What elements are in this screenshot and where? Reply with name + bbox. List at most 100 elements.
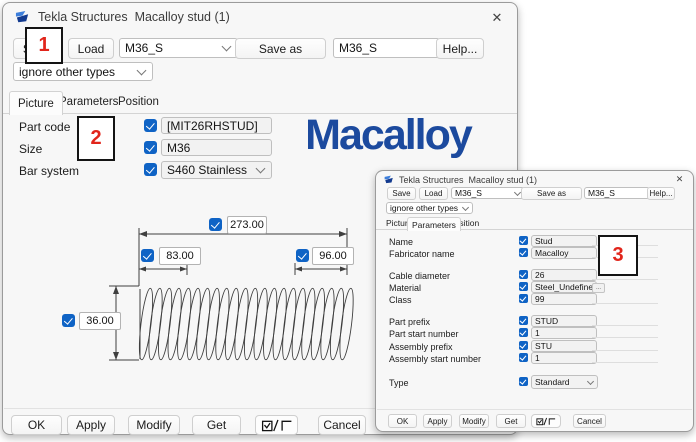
apply-button[interactable]: Apply — [67, 415, 115, 435]
bar-system-checkbox[interactable] — [144, 163, 157, 176]
toggle-checkboxes-button[interactable] — [255, 415, 298, 435]
close-icon[interactable]: ✕ — [489, 10, 505, 26]
part-code-checkbox[interactable] — [144, 119, 157, 132]
type-select-value: Standard — [535, 377, 570, 387]
part-start-input[interactable]: 1 — [531, 327, 597, 339]
get-button[interactable]: Get — [496, 414, 526, 428]
bar-system-value: S460 Stainless — [167, 163, 248, 177]
material-browse-button[interactable]: ... — [592, 283, 605, 293]
part-code-input[interactable]: [MIT26RHSTUD] — [161, 117, 272, 134]
cancel-button[interactable]: Cancel — [318, 415, 366, 435]
thread-pattern — [138, 287, 354, 361]
size-checkbox[interactable] — [144, 141, 157, 154]
profile-select[interactable]: M36_S — [451, 187, 525, 199]
profile-select[interactable]: M36_S — [119, 38, 238, 58]
dim-left-checkbox[interactable] — [141, 249, 154, 262]
bar-system-label: Bar system — [19, 164, 80, 178]
modify-button[interactable]: Modify — [459, 414, 489, 428]
dim-overall-checkbox[interactable] — [209, 218, 222, 231]
name-checkbox[interactable] — [519, 236, 528, 245]
dim-overall-input[interactable]: 273.00 — [227, 216, 267, 234]
part-prefix-checkbox[interactable] — [519, 316, 528, 325]
bar-system-select[interactable]: S460 Stainless — [161, 161, 272, 179]
assembly-start-checkbox[interactable] — [519, 353, 528, 362]
window-macalloy-stud-parameters: Tekla Structures Macalloy stud (1) ✕ Sav… — [375, 170, 694, 432]
fabricator-label: Fabricator name — [389, 249, 455, 259]
material-checkbox[interactable] — [519, 282, 528, 291]
chevron-down-icon — [255, 163, 266, 174]
class-label: Class — [389, 295, 412, 305]
dim-diameter-checkbox[interactable] — [62, 314, 75, 327]
material-input[interactable]: Steel_Undefined — [531, 281, 597, 293]
chevron-down-icon — [221, 41, 232, 52]
fabricator-input[interactable]: Macalloy — [531, 247, 597, 259]
ok-button[interactable]: OK — [11, 415, 62, 435]
dim-right-checkbox[interactable] — [296, 249, 309, 262]
tekla-logo-icon — [15, 10, 29, 22]
tab-position[interactable]: Position — [110, 91, 167, 113]
window-title: Tekla Structures Macalloy stud (1) — [399, 175, 538, 185]
apply-button[interactable]: Apply — [423, 414, 452, 428]
load-button[interactable]: Load — [68, 38, 114, 59]
material-label: Material — [389, 283, 422, 293]
name-input[interactable]: Stud — [531, 235, 597, 247]
chevron-down-icon — [461, 203, 470, 211]
size-label: Size — [19, 142, 43, 156]
save-as-button[interactable]: Save as — [235, 38, 326, 59]
assembly-start-input[interactable]: 1 — [531, 352, 597, 364]
cable-diameter-label: Cable diameter — [389, 271, 451, 281]
dim-right-input[interactable]: 96.00 — [312, 247, 354, 265]
filter-select-value: ignore other types — [390, 203, 459, 213]
type-label: Type — [389, 378, 409, 388]
checked-unchecked-toggle-icon — [261, 419, 291, 431]
chevron-down-icon — [136, 65, 147, 75]
part-code-label: Part code — [19, 120, 71, 134]
part-start-label: Part start number — [389, 329, 459, 339]
assembly-prefix-checkbox[interactable] — [519, 341, 528, 350]
assembly-start-label: Assembly start number — [389, 354, 482, 364]
assembly-prefix-label: Assembly prefix — [389, 342, 453, 352]
chevron-down-icon — [513, 188, 522, 196]
toggle-checkboxes-button[interactable] — [531, 414, 561, 428]
name-label: Name — [389, 237, 414, 247]
dim-left-input[interactable]: 83.00 — [159, 247, 201, 265]
help-button[interactable]: Help... — [436, 38, 484, 59]
assembly-prefix-input[interactable]: STU — [531, 340, 597, 352]
tab-parameters[interactable]: Parameters — [407, 217, 461, 231]
annotation-step-2: 2 — [77, 116, 115, 161]
help-button[interactable]: Help... — [647, 187, 675, 200]
cable-diameter-checkbox[interactable] — [519, 270, 528, 279]
titlebar[interactable]: Tekla Structures Macalloy stud (1) — [3, 3, 517, 31]
checked-unchecked-toggle-icon — [536, 417, 556, 425]
size-input[interactable]: M36 — [161, 139, 272, 156]
cable-diameter-input[interactable]: 26 — [531, 269, 597, 281]
dim-diameter-input[interactable]: 36.00 — [79, 312, 121, 330]
profile-select-value: M36_S — [455, 188, 482, 198]
window-title: Tekla Structures Macalloy stud (1) — [38, 10, 230, 24]
part-start-checkbox[interactable] — [519, 328, 528, 337]
save-button[interactable]: Save — [387, 187, 416, 200]
profile-name-input[interactable]: M36_S — [584, 187, 650, 199]
modify-button[interactable]: Modify — [128, 415, 180, 435]
filter-select[interactable]: ignore other types — [13, 62, 153, 81]
cancel-button[interactable]: Cancel — [573, 414, 606, 428]
macalloy-logo: Macalloy — [305, 110, 473, 159]
class-input[interactable]: 99 — [531, 293, 597, 305]
class-checkbox[interactable] — [519, 294, 528, 303]
load-button[interactable]: Load — [419, 187, 448, 200]
part-prefix-input[interactable]: STUD — [531, 315, 597, 327]
get-button[interactable]: Get — [192, 415, 241, 435]
ok-button[interactable]: OK — [388, 414, 417, 428]
tab-picture[interactable]: Picture — [9, 91, 63, 115]
fabricator-checkbox[interactable] — [519, 248, 528, 257]
close-icon[interactable]: ✕ — [674, 174, 685, 185]
profile-select-value: M36_S — [125, 41, 164, 55]
filter-select[interactable]: ignore other types — [386, 202, 473, 214]
filter-select-value: ignore other types — [19, 64, 116, 79]
part-prefix-label: Part prefix — [389, 317, 431, 327]
annotation-step-1: 1 — [25, 27, 63, 64]
profile-name-input[interactable]: M36_S — [333, 38, 440, 58]
save-as-button[interactable]: Save as — [521, 187, 582, 200]
type-select[interactable]: Standard — [531, 375, 598, 389]
type-checkbox[interactable] — [519, 377, 528, 386]
